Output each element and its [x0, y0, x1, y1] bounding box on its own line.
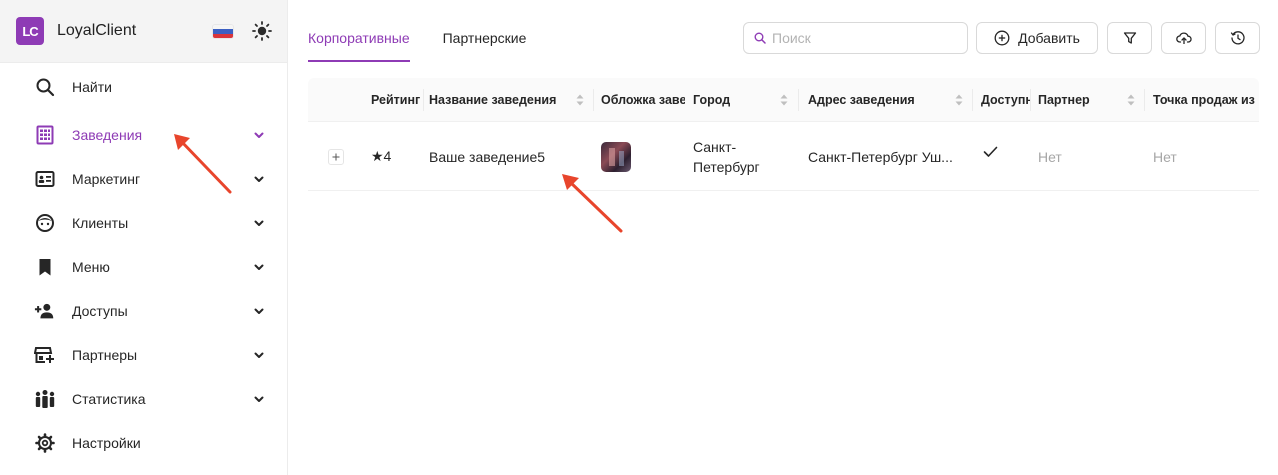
sidebar: LC LoyalClient Найти Заведения Маркетинг [0, 0, 288, 475]
col-partner[interactable]: Партнер [1038, 78, 1144, 122]
venue-name-cell: Ваше заведение5 [429, 148, 546, 165]
add-venue-button[interactable]: Добавить [976, 22, 1098, 54]
city-line-1: Санкт- [693, 138, 737, 155]
sidebar-item-statistics[interactable]: Статистика [0, 377, 287, 421]
sidebar-item-marketing[interactable]: Маркетинг [0, 157, 287, 201]
column-label: Город [693, 93, 731, 107]
sidebar-item-menu[interactable]: Меню [0, 245, 287, 289]
sidebar-item-label: Партнеры [72, 347, 138, 363]
sort-icon[interactable] [1126, 92, 1136, 108]
sidebar-item-label: Маркетинг [72, 171, 141, 187]
store-add-icon [34, 344, 56, 366]
table-header: Рейтинг Название заведения Обложка завед… [308, 78, 1259, 122]
sidebar-item-label: Статистика [72, 391, 146, 407]
sidebar-item-label: Заведения [72, 127, 143, 143]
filter-button[interactable] [1107, 22, 1152, 54]
chevron-down-icon [254, 308, 264, 314]
people-group-icon [34, 388, 56, 410]
sort-icon[interactable] [575, 92, 585, 108]
city-cell: Санкт- Петербург [693, 122, 797, 191]
gear-icon [34, 432, 56, 454]
tab-corporate[interactable]: Корпоративные [308, 22, 410, 62]
rating-cell: ★4 [371, 148, 392, 164]
expand-row-button[interactable] [328, 148, 344, 165]
sort-icon[interactable] [954, 92, 964, 108]
building-grid-icon [34, 124, 56, 146]
add-button-label: Добавить [1018, 30, 1080, 46]
sidebar-item-label: Найти [72, 79, 112, 95]
venue-cover-cell [601, 122, 685, 191]
column-label: Партнер [1038, 93, 1090, 107]
history-button[interactable] [1215, 22, 1260, 54]
plus-circle-icon [994, 30, 1010, 46]
sidebar-item-clients[interactable]: Клиенты [0, 201, 287, 245]
sidebar-item-settings[interactable]: Настройки [0, 421, 287, 465]
chevron-down-icon [254, 176, 264, 182]
id-card-icon [34, 168, 56, 190]
venues-table: Рейтинг Название заведения Обложка завед… [308, 78, 1259, 191]
sidebar-item-access[interactable]: Доступы [0, 289, 287, 333]
address-cell: Санкт-Петербург Уш... [808, 148, 953, 165]
search-icon [34, 76, 56, 98]
venue-type-tabs: Корпоративные Партнерские [308, 22, 559, 62]
search-icon [754, 32, 766, 44]
partner-cell: Нет [1038, 148, 1062, 165]
sales-point-cell: Нет [1153, 148, 1177, 165]
sidebar-item-label: Меню [72, 259, 110, 275]
user-add-icon [34, 300, 56, 322]
theme-toggle-icon[interactable] [252, 21, 272, 41]
row-expand-cell [328, 122, 348, 191]
column-label: Рейтинг [371, 93, 421, 107]
col-available[interactable]: Доступно [981, 78, 1030, 122]
table-row[interactable]: ★4 Ваше заведение5 Санкт- Петербург Санк… [308, 122, 1259, 191]
col-sales-point[interactable]: Точка продаж из [1153, 78, 1259, 122]
plus-icon [332, 153, 340, 160]
sort-icon[interactable] [779, 92, 789, 108]
brand-header: LC LoyalClient [0, 0, 287, 63]
column-label: Доступно [981, 93, 1030, 107]
col-venue-address[interactable]: Адрес заведения [808, 78, 972, 122]
chevron-down-icon [254, 220, 264, 226]
col-rating[interactable]: Рейтинг [371, 78, 423, 122]
column-label: Точка продаж из [1153, 93, 1255, 107]
app-name: LoyalClient [57, 22, 137, 39]
face-icon [34, 212, 56, 234]
sidebar-item-partners[interactable]: Партнеры [0, 333, 287, 377]
search-input[interactable] [772, 30, 962, 46]
checkmark-icon [983, 146, 998, 157]
chevron-down-icon [254, 396, 264, 402]
col-venue-name[interactable]: Название заведения [429, 78, 593, 122]
sidebar-item-label: Настройки [72, 435, 141, 451]
col-city[interactable]: Город [693, 78, 797, 122]
sidebar-item-venues[interactable]: Заведения [0, 113, 287, 157]
sidebar-item-search[interactable]: Найти [0, 65, 287, 109]
language-flag-icon[interactable] [213, 25, 233, 38]
sidebar-item-label: Клиенты [72, 215, 129, 231]
available-cell: ✓ [983, 122, 1023, 191]
sidebar-item-label: Доступы [72, 303, 128, 319]
column-label: Адрес заведения [808, 93, 915, 107]
bookmark-icon [34, 256, 56, 278]
col-venue-cover[interactable]: Обложка заведения [601, 78, 685, 122]
chevron-down-icon [254, 132, 264, 138]
venue-cover-image[interactable] [601, 141, 631, 172]
tab-partner[interactable]: Партнерские [443, 22, 527, 62]
app-logo[interactable]: LC [16, 17, 44, 45]
city-line-2: Петербург [693, 158, 760, 175]
search-box [743, 22, 968, 54]
history-icon [1230, 31, 1245, 45]
cloud-upload-button[interactable] [1161, 22, 1206, 54]
chevron-down-icon [254, 264, 264, 270]
column-label: Название заведения [429, 93, 557, 107]
cloud-upload-icon [1175, 32, 1192, 44]
chevron-down-icon [254, 352, 264, 358]
filter-icon [1123, 32, 1136, 44]
column-label: Обложка заведения [601, 93, 685, 107]
